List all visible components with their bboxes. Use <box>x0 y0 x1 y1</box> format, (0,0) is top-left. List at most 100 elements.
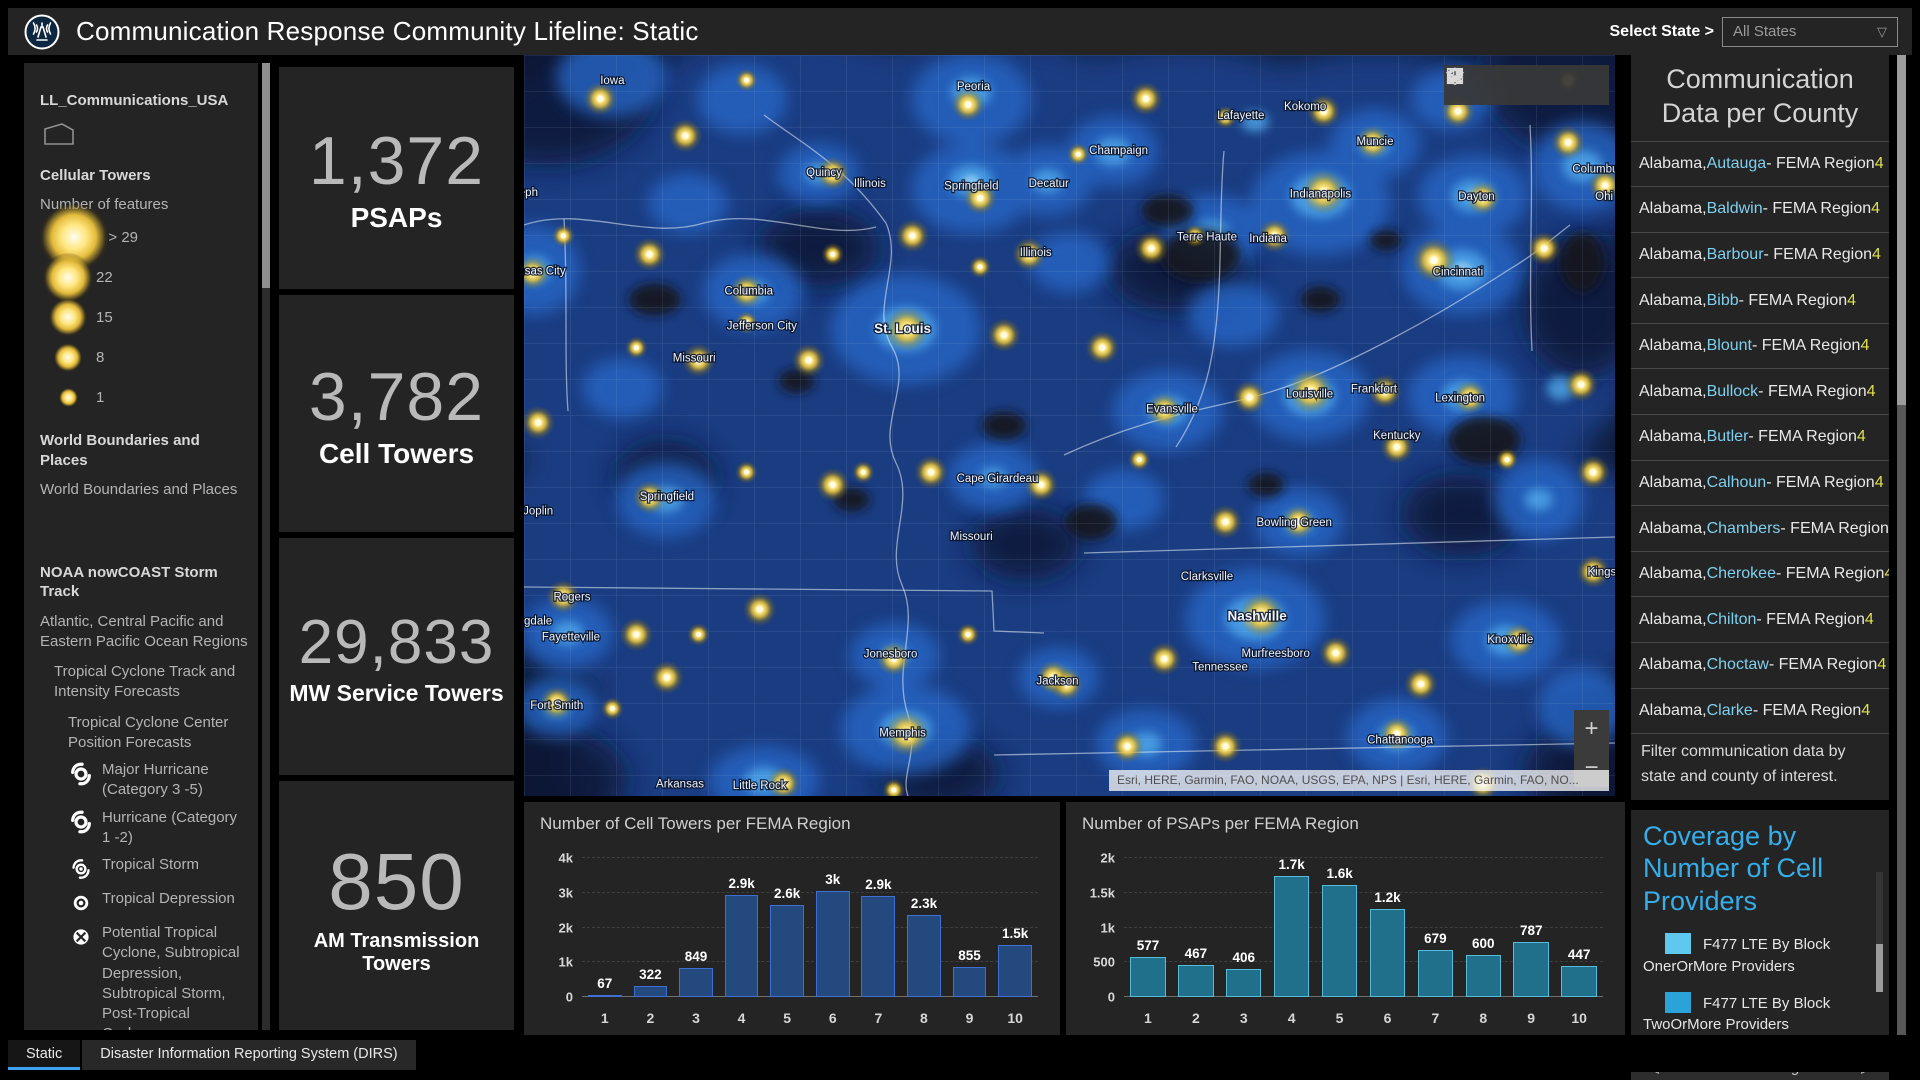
x-axis-labels: 12345678910 <box>1124 1010 1603 1026</box>
county-row[interactable]: Alabama, Bullock - FEMA Region 4 <box>1631 368 1889 414</box>
fema-region-number: 4 <box>1860 337 1869 355</box>
bar-value-label: 787 <box>1502 923 1559 938</box>
city-label: Kansas City <box>524 266 566 278</box>
city-label: Iowa <box>600 75 625 87</box>
bar[interactable] <box>1513 942 1548 997</box>
stat-value: 29,833 <box>299 607 495 678</box>
city-label: Indiana <box>1249 233 1287 245</box>
tab-static[interactable]: Static <box>8 1040 80 1070</box>
cell-towers-chart-panel: Number of Cell Towers per FEMA Region01k… <box>524 802 1060 1035</box>
bar[interactable] <box>861 896 895 997</box>
coverage-legend: F477 LTE By Block OnerOrMore ProvidersF4… <box>1631 919 1889 1050</box>
city-label: Nashville <box>1228 609 1288 624</box>
bar-cell: 1.2k <box>1364 858 1412 997</box>
sidebar-scrollbar-thumb[interactable] <box>262 63 270 288</box>
city-label: eph <box>524 187 538 199</box>
bar[interactable] <box>725 895 759 998</box>
bar[interactable] <box>1370 909 1405 997</box>
sidebar-scrollbar[interactable] <box>262 63 270 1030</box>
bar[interactable] <box>907 915 941 997</box>
chevron-down-icon: ▽ <box>1877 24 1887 40</box>
bar[interactable] <box>634 986 668 997</box>
county-scrollbar-thumb[interactable] <box>1897 55 1906 405</box>
legend-size-label: > 29 <box>108 229 138 246</box>
bar[interactable] <box>816 891 850 997</box>
tropical-depression-icon <box>68 890 94 916</box>
x-tick-label: 5 <box>764 1010 810 1026</box>
home-icon[interactable] <box>1477 65 1510 105</box>
county-row[interactable]: Alabama, Cherokee - FEMA Region 4 <box>1631 551 1889 597</box>
county-row[interactable]: Alabama, Autauga - FEMA Region 4 <box>1631 141 1889 187</box>
fema-region-number: 4 <box>1847 292 1856 310</box>
bar[interactable] <box>1274 876 1309 997</box>
county-row[interactable]: Alabama, Baldwin - FEMA Region 4 <box>1631 186 1889 232</box>
bar-value-label: 322 <box>623 967 678 982</box>
basemap-icon[interactable] <box>1576 65 1609 105</box>
y-tick-label: 0 <box>1108 990 1115 1005</box>
dashboard: Communication Response Community Lifelin… <box>0 0 1920 1080</box>
bar[interactable] <box>679 968 713 998</box>
glow-dot-icon <box>59 388 78 407</box>
bar-cell: 1.7k <box>1268 858 1316 997</box>
county-row[interactable]: Alabama, Chilton - FEMA Region 4 <box>1631 596 1889 642</box>
county-row[interactable]: Alabama, Butler - FEMA Region 4 <box>1631 414 1889 460</box>
county-name: Autauga <box>1707 155 1767 173</box>
bar-cell: 679 <box>1411 858 1459 997</box>
legend-gap <box>40 503 248 549</box>
bar[interactable] <box>588 995 622 997</box>
legend-size-item: 22 <box>40 257 248 297</box>
bar[interactable] <box>1418 950 1453 997</box>
tab-dirs[interactable]: Disaster Information Reporting System (D… <box>82 1040 415 1070</box>
county-name: Cherokee <box>1707 565 1776 583</box>
bar-cell: 2.9k <box>719 858 765 997</box>
bar[interactable] <box>770 905 804 997</box>
county-row[interactable]: Alabama, Barbour - FEMA Region 4 <box>1631 232 1889 278</box>
county-row[interactable]: Alabama, Calhoun - FEMA Region 4 <box>1631 460 1889 506</box>
legend-size-item: > 29 <box>40 217 248 257</box>
city-label: Louisville <box>1286 389 1333 401</box>
bar[interactable] <box>1561 966 1596 997</box>
legend-layer-title: World Boundaries and Places <box>40 431 248 470</box>
bar[interactable] <box>1322 885 1357 997</box>
bar[interactable] <box>953 967 987 997</box>
city-label: Indianapolis <box>1290 189 1352 201</box>
county-scrollbar[interactable] <box>1897 55 1906 1035</box>
county-row[interactable]: Alabama, Choctaw - FEMA Region 4 <box>1631 642 1889 688</box>
county-row[interactable]: Alabama, Chambers - FEMA Region 4 <box>1631 505 1889 551</box>
x-tick-label: 4 <box>719 1010 765 1026</box>
am-transmission-towers-stat-panel: 850 AM Transmission Towers <box>279 781 514 1030</box>
bar[interactable] <box>1226 969 1261 997</box>
bar[interactable] <box>1178 965 1213 997</box>
city-label: Terre Haute <box>1177 232 1237 244</box>
county-row[interactable]: Alabama, Clarke - FEMA Region 4 <box>1631 688 1889 734</box>
coverage-scrollbar[interactable] <box>1876 872 1883 992</box>
storm-legend-item: Tropical Storm <box>40 855 248 882</box>
county-row[interactable]: Alabama, Blount - FEMA Region 4 <box>1631 323 1889 369</box>
coverage-legend-item: F477 LTE By Block TwoOrMore Providers <box>1643 992 1879 1037</box>
county-row[interactable]: Alabama, Bibb - FEMA Region 4 <box>1631 277 1889 323</box>
y-tick-label: 3k <box>559 885 573 900</box>
bar-value-label: 849 <box>669 949 724 964</box>
city-label: Champaign <box>1089 145 1148 157</box>
city-label: Springfield <box>640 491 694 503</box>
bar[interactable] <box>1466 955 1501 997</box>
storm-legend-item: Hurricane (Category 1 -2) <box>40 808 248 849</box>
bar[interactable] <box>1130 957 1165 997</box>
fema-region-number: 4 <box>1875 474 1884 492</box>
coverage-map[interactable]: IowaPeoriaKokomoLafayetteMuncieChampaign… <box>524 55 1615 796</box>
mw-service-towers-stat-panel: 29,833 MW Service Towers <box>279 538 514 775</box>
x-tick-label: 9 <box>947 1010 993 1026</box>
coverage-scrollbar-thumb[interactable] <box>1876 944 1883 992</box>
legend-label: World Boundaries and Places <box>40 480 248 500</box>
bar-value-label: 2.3k <box>897 896 952 911</box>
legend-label: Atlantic, Central Pacific and Eastern Pa… <box>40 612 248 653</box>
zoom-in-button[interactable]: + <box>1574 710 1609 749</box>
legend-icon[interactable] <box>1510 65 1543 105</box>
county-name: Calhoun <box>1707 474 1767 492</box>
map-canvas[interactable]: IowaPeoriaKokomoLafayetteMuncieChampaign… <box>524 55 1615 796</box>
layers-icon[interactable] <box>1543 65 1576 105</box>
psaps-stat-panel: 1,372 PSAPs <box>279 67 514 289</box>
chart-plot: 01k2k3k4k673228492.9k2.6k3k2.9k2.3k8551.… <box>582 858 1038 997</box>
state-dropdown[interactable]: All States ▽ <box>1722 17 1898 47</box>
bar[interactable] <box>998 945 1032 997</box>
